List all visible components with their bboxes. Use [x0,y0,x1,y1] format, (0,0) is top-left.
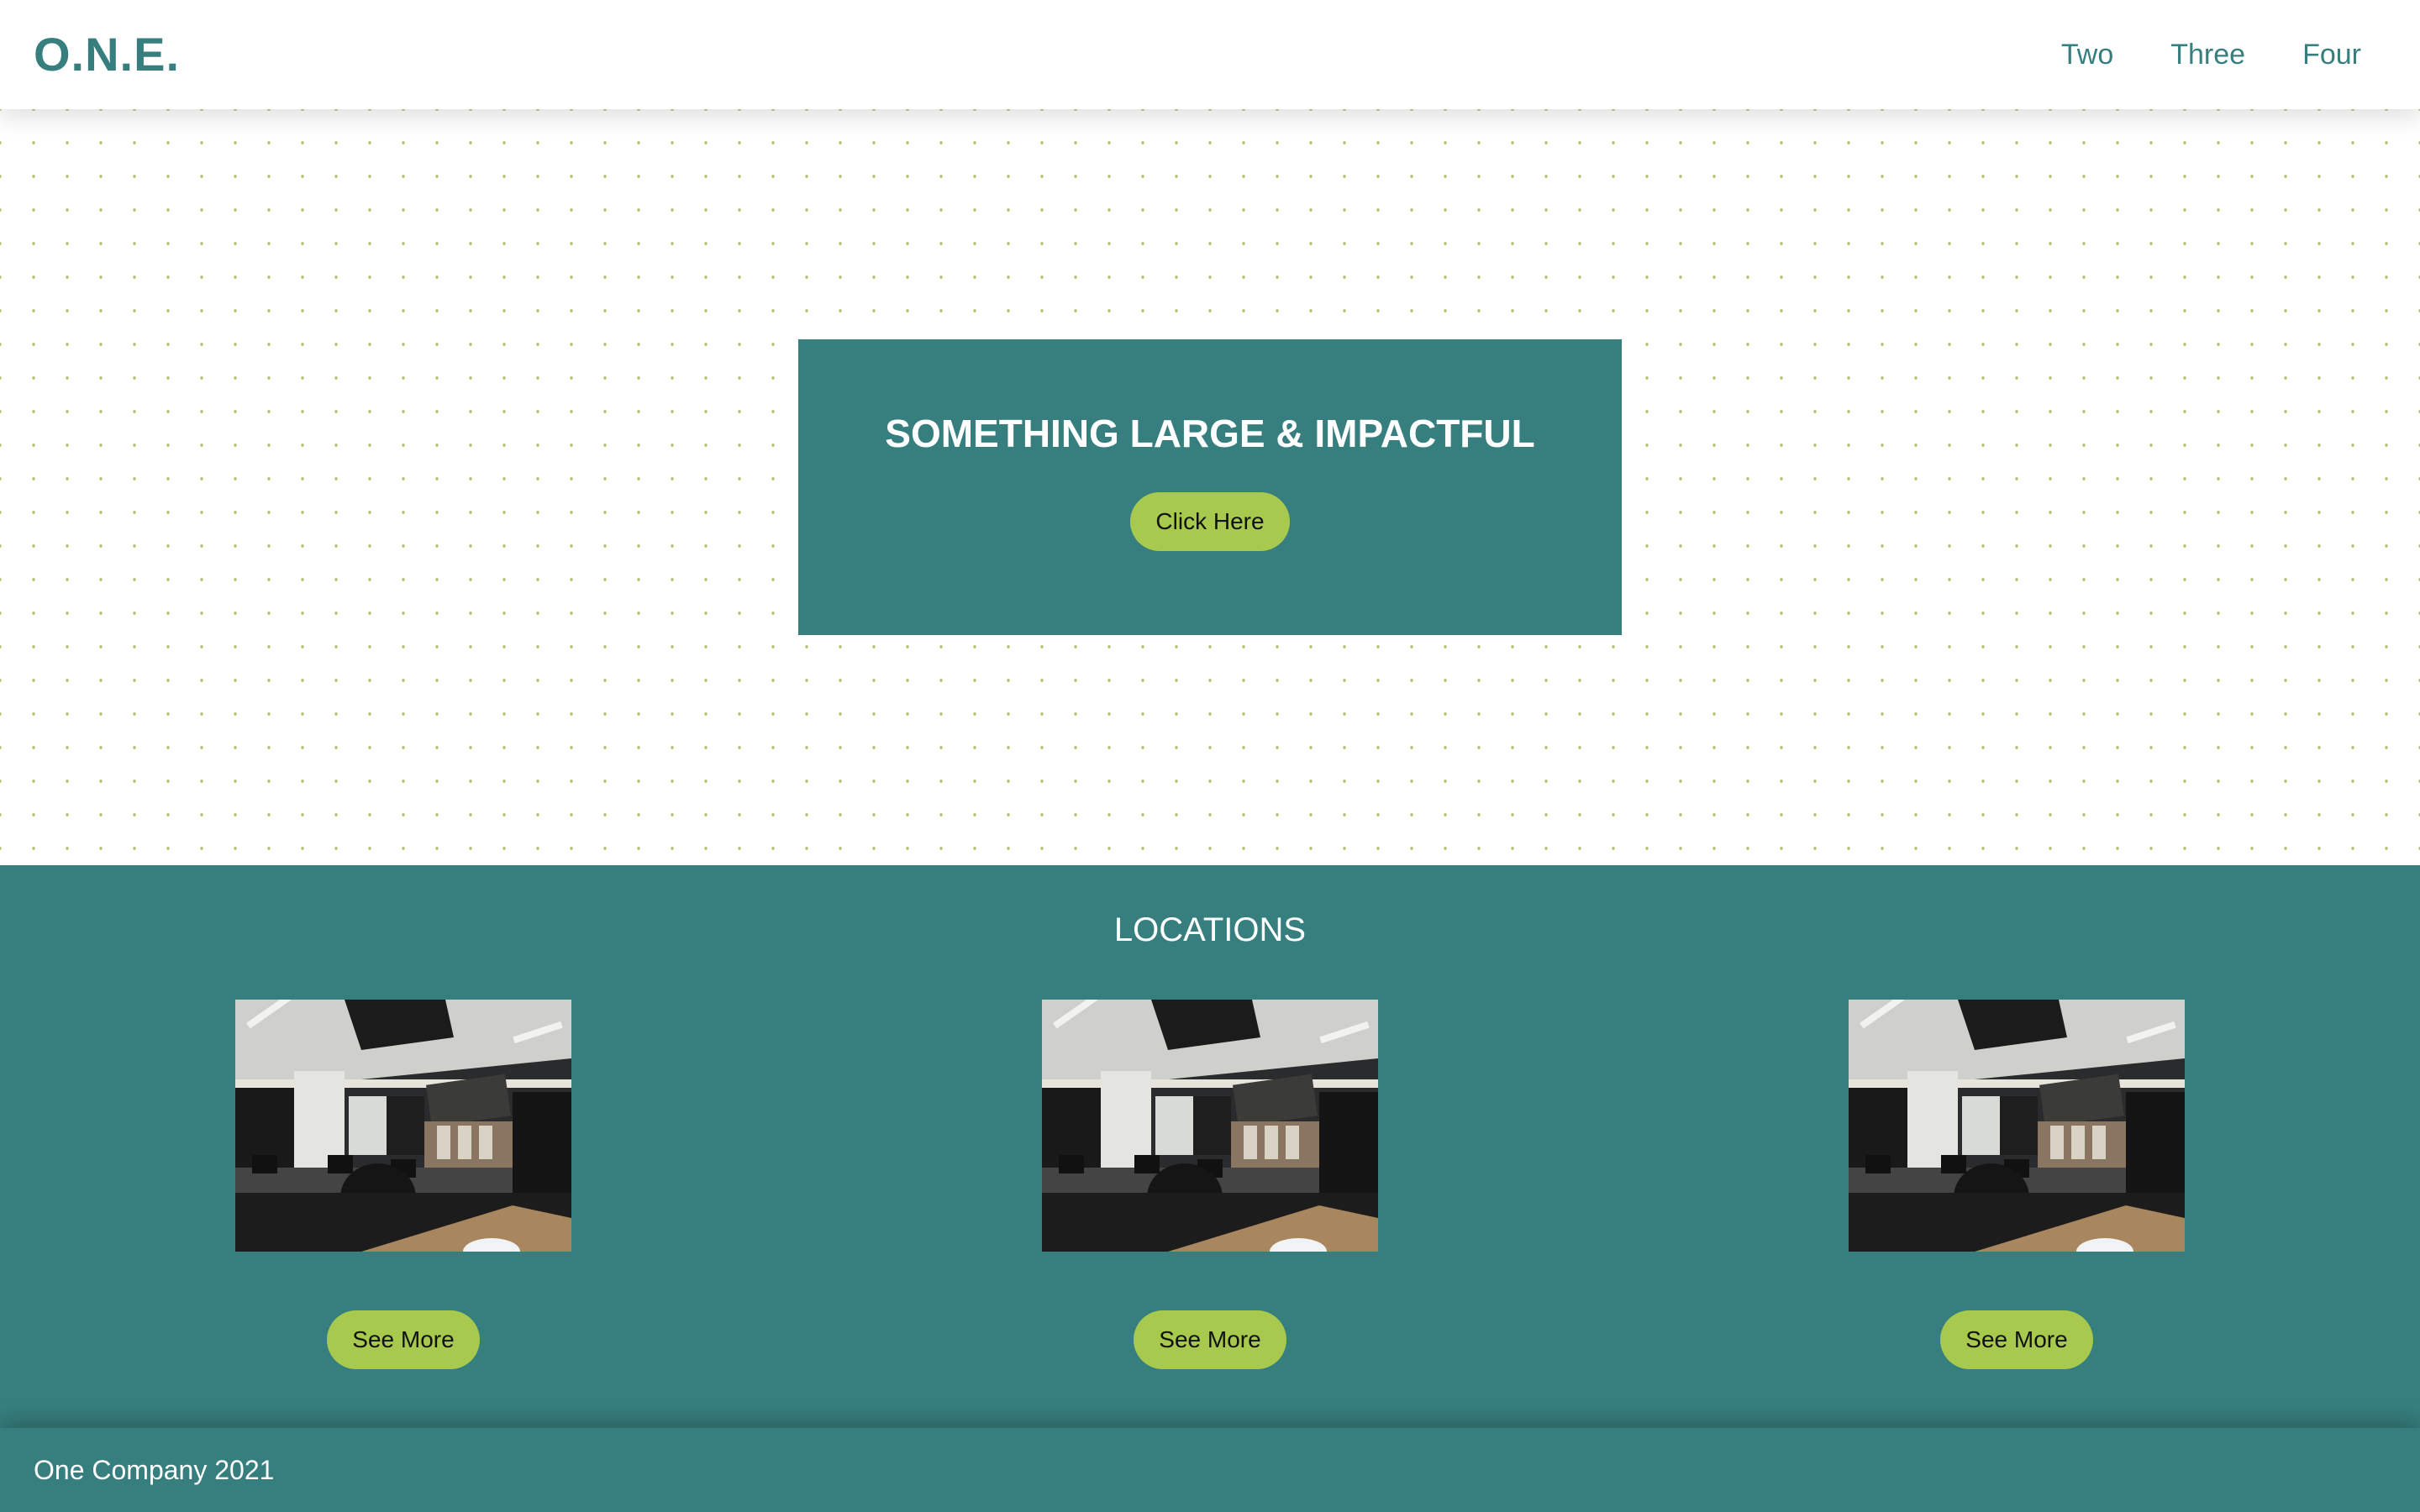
footer-copyright: One Company 2021 [34,1455,275,1485]
site-header: O.N.E. Two Three Four [0,0,2420,109]
nav-link-two[interactable]: Two [2061,32,2113,77]
site-logo[interactable]: O.N.E. [34,25,180,84]
hero-section: SOMETHING LARGE & IMPACTFUL Click Here [0,109,2420,865]
hero-title: SOMETHING LARGE & IMPACTFUL [885,412,1535,455]
main-nav: Two Three Four [2061,32,2361,77]
locations-section: LOCATIONS See More See More See More [0,865,2420,1428]
hero-card: SOMETHING LARGE & IMPACTFUL Click Here [798,339,1622,635]
location-image [1849,1000,2185,1252]
see-more-button[interactable]: See More [1940,1310,2093,1369]
site-footer: One Company 2021 [0,1428,2420,1512]
click-here-button[interactable]: Click Here [1130,492,1290,551]
see-more-button[interactable]: See More [327,1310,480,1369]
location-card: See More [235,1000,571,1369]
location-image [1042,1000,1378,1252]
location-card: See More [1042,1000,1378,1369]
nav-link-three[interactable]: Three [2170,32,2245,77]
location-card: See More [1849,1000,2185,1369]
see-more-button[interactable]: See More [1134,1310,1286,1369]
nav-link-four[interactable]: Four [2302,32,2361,77]
location-image [235,1000,571,1252]
locations-title: LOCATIONS [1113,911,1307,948]
